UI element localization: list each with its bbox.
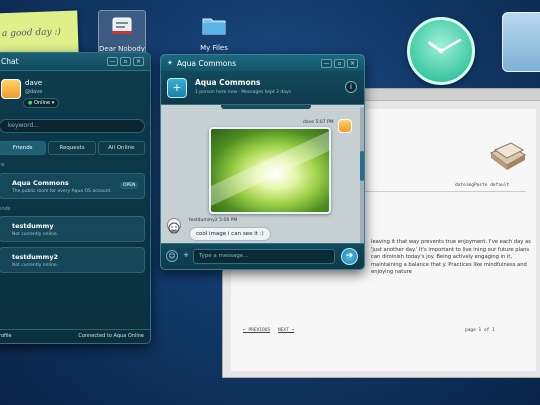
sticky-note-text: a good day :) bbox=[1, 27, 62, 40]
desktop-icon-dear-nobody[interactable]: Dear Nobody bbox=[98, 10, 146, 58]
scrollbar[interactable] bbox=[360, 107, 364, 247]
profile-header: dave @dave ● Online ▾ bbox=[0, 71, 150, 117]
conversation-title: Aqua Commons bbox=[176, 58, 237, 68]
room-subtitle: The public room for every Aqua OS accoun… bbox=[12, 189, 112, 194]
emoji-button[interactable]: ☺ bbox=[166, 250, 178, 262]
profile-link[interactable]: rofile bbox=[0, 330, 12, 343]
friend-item[interactable]: testdummy Not currently online. bbox=[0, 216, 145, 242]
profile-handle: @dave bbox=[25, 89, 43, 95]
clock-face-icon bbox=[428, 38, 462, 54]
scrollbar-thumb[interactable] bbox=[360, 151, 364, 181]
room-item[interactable]: Aqua Commons The public room for every A… bbox=[0, 173, 145, 199]
close-button[interactable]: × bbox=[347, 58, 358, 68]
document-header-right: dateimgPaste default bbox=[455, 183, 510, 188]
search-input[interactable]: keyword... bbox=[0, 119, 145, 133]
room-subtitle: 1 person here now · Messages kept 3 days bbox=[195, 90, 291, 95]
online-dot-icon: ● bbox=[28, 100, 33, 106]
maximize-button[interactable]: ▫ bbox=[120, 57, 131, 66]
open-room-button[interactable]: OPEN bbox=[120, 182, 139, 189]
tab-friends[interactable]: Friends bbox=[0, 141, 47, 155]
room-name: Aqua Commons bbox=[12, 179, 69, 187]
maximize-button[interactable]: ▫ bbox=[334, 58, 345, 68]
rooms-section-label: ms bbox=[0, 162, 5, 168]
chat-bubble-icon: ✦ bbox=[167, 59, 173, 67]
folder-icon bbox=[201, 14, 227, 36]
info-button[interactable]: i bbox=[345, 81, 357, 93]
room-title: Aqua Commons bbox=[195, 78, 261, 87]
friends-tabs: Friends Requests All Online bbox=[0, 141, 145, 155]
friend-name: testdummy2 bbox=[12, 253, 59, 261]
room-header: + Aqua Commons 1 person here now · Messa… bbox=[161, 71, 364, 105]
document-body: leaving it that way prevents true enjoym… bbox=[371, 239, 531, 275]
minimize-button[interactable]: — bbox=[107, 57, 118, 66]
room-plus-icon: + bbox=[167, 78, 187, 98]
message-meta: testdummy2 5:08 PM bbox=[189, 218, 237, 223]
connection-status: Connected to Aqua Online bbox=[78, 333, 144, 339]
avatar[interactable] bbox=[167, 218, 181, 234]
avatar[interactable] bbox=[1, 79, 21, 99]
message-time: 5:08 PM bbox=[219, 218, 238, 223]
page-indicator: page 1 of 1 bbox=[465, 328, 495, 333]
send-button[interactable]: ➜ bbox=[341, 248, 358, 265]
books-icon bbox=[490, 142, 526, 170]
prior-message-edge bbox=[221, 105, 311, 109]
smiley-icon bbox=[168, 222, 180, 234]
minimize-button[interactable]: — bbox=[321, 58, 332, 68]
status-label: Online bbox=[33, 100, 51, 106]
message-composer: ☺ + Type a message... ➜ bbox=[161, 243, 364, 269]
shared-image[interactable] bbox=[209, 127, 331, 214]
message-meta: dave 5:07 PM bbox=[303, 120, 334, 125]
widget-card bbox=[502, 12, 540, 72]
message-time: 5:07 PM bbox=[315, 120, 334, 125]
desktop-icon-label: My Files bbox=[200, 44, 228, 52]
friends-section-label: iends bbox=[0, 206, 11, 212]
tab-all-online[interactable]: All Online bbox=[97, 141, 145, 155]
profile-name: dave bbox=[25, 79, 43, 87]
status-dropdown[interactable]: ● Online ▾ bbox=[23, 98, 60, 108]
desktop-icon-my-files[interactable]: My Files bbox=[190, 14, 238, 52]
friend-status: Not currently online. bbox=[12, 263, 59, 268]
clock-widget bbox=[407, 17, 475, 85]
friend-status: Not currently online. bbox=[12, 232, 59, 237]
document-icon bbox=[109, 15, 135, 37]
previous-link[interactable]: ← PREVIOUS bbox=[243, 328, 270, 333]
next-link[interactable]: NEXT → bbox=[278, 328, 294, 333]
conversation-window: ✦ Aqua Commons — ▫ × + Aqua Commons 1 pe… bbox=[160, 54, 365, 270]
friend-item[interactable]: testdummy2 Not currently online. bbox=[0, 247, 145, 273]
avatar[interactable] bbox=[338, 119, 352, 133]
message-author: testdummy2 bbox=[189, 218, 218, 223]
chat-title: Chat bbox=[1, 57, 19, 66]
message-bubble: cool image i can see it :) bbox=[189, 227, 271, 241]
attach-plus-icon[interactable]: + bbox=[180, 250, 192, 262]
friend-name: testdummy bbox=[12, 222, 54, 230]
tab-requests[interactable]: Requests bbox=[48, 141, 96, 155]
message-input[interactable]: Type a message... bbox=[193, 249, 335, 264]
chat-window: Chat — ▫ × dave @dave ● Online ▾ keyword… bbox=[0, 52, 151, 344]
close-button[interactable]: × bbox=[133, 57, 144, 66]
chat-footer: rofile Connected to Aqua Online bbox=[0, 329, 150, 343]
message-author: dave bbox=[303, 120, 315, 125]
conversation-titlebar[interactable]: ✦ Aqua Commons — ▫ × bbox=[161, 55, 364, 71]
chat-titlebar[interactable]: Chat — ▫ × bbox=[0, 53, 150, 71]
